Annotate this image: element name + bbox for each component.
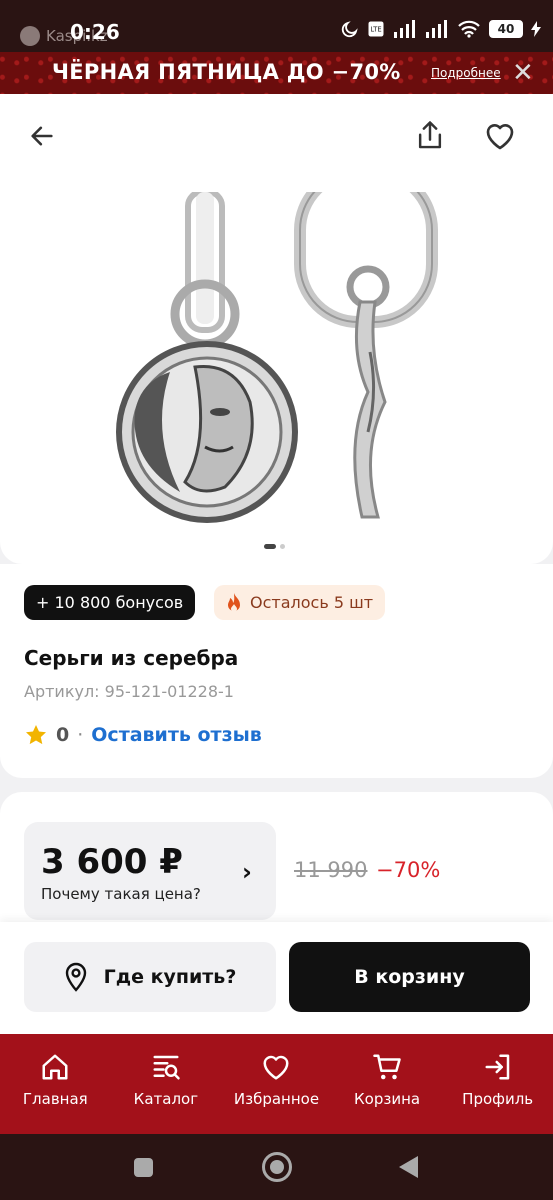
nav-item-home[interactable]: Главная bbox=[0, 1034, 111, 1134]
promo-text: ЧЁРНАЯ ПЯТНИЦА ДО −70% bbox=[52, 60, 401, 84]
price-question: Почему такая цена? bbox=[41, 885, 201, 903]
price-explanation-button[interactable]: 3 600 ₽ Почему такая цена? › bbox=[24, 822, 276, 920]
product-page: Kaspi.kz 0:26 LTE 40 ЧЁРНАЯ ПЯТНИЦА ДО −… bbox=[0, 0, 553, 1200]
old-price: 11 990 bbox=[294, 858, 368, 882]
where-to-buy-label: Где купить? bbox=[103, 966, 237, 988]
volte-icon: LTE bbox=[368, 21, 384, 37]
status-icons: LTE 40 bbox=[341, 20, 541, 38]
login-icon bbox=[485, 1054, 509, 1080]
pagination-dot-active bbox=[264, 544, 276, 549]
nav-label-cart: Корзина bbox=[354, 1090, 421, 1108]
nav-label-favorites: Избранное bbox=[233, 1090, 320, 1108]
nav-label-home: Главная bbox=[22, 1090, 88, 1108]
action-bar: Где купить? В корзину bbox=[0, 922, 553, 1034]
rating-separator: · bbox=[77, 724, 84, 746]
gallery-pagination bbox=[264, 544, 285, 549]
home-icon bbox=[42, 1054, 68, 1080]
bonus-badge: + 10 800 бонусов bbox=[24, 585, 196, 620]
discount-label: −70% bbox=[376, 858, 441, 882]
nav-label-catalog: Каталог bbox=[133, 1090, 199, 1108]
nav-item-favorites[interactable]: Избранное bbox=[221, 1034, 332, 1134]
moon-icon bbox=[341, 21, 358, 38]
product-info-card: + 10 800 бонусов Осталось 5 шт Серьги из… bbox=[0, 564, 553, 778]
product-image bbox=[116, 192, 438, 523]
chevron-right-icon: › bbox=[242, 858, 252, 886]
product-sku: Артикул: 95-121-01228-1 bbox=[24, 682, 234, 701]
star-icon bbox=[26, 725, 46, 745]
fire-icon bbox=[228, 592, 240, 612]
stock-badge-label: Осталось 5 шт bbox=[250, 593, 374, 612]
recent-apps-button[interactable] bbox=[134, 1158, 153, 1177]
close-icon[interactable]: ✕ bbox=[512, 58, 534, 88]
kaspi-logo-icon bbox=[20, 26, 40, 46]
cart-icon bbox=[373, 1054, 401, 1080]
black-friday-banner[interactable]: ЧЁРНАЯ ПЯТНИЦА ДО −70% Подробнее ✕ bbox=[0, 52, 553, 94]
signal-icon bbox=[394, 20, 415, 38]
favorite-button[interactable] bbox=[480, 116, 520, 156]
battery-indicator: 40 bbox=[489, 20, 523, 38]
nav-item-catalog[interactable]: Каталог bbox=[111, 1034, 222, 1134]
signal-icon-2 bbox=[426, 20, 447, 38]
back-button[interactable] bbox=[22, 116, 62, 156]
current-price: 3 600 ₽ bbox=[41, 842, 183, 882]
nav-item-cart[interactable]: Корзина bbox=[332, 1034, 443, 1134]
back-triangle-button[interactable] bbox=[399, 1156, 418, 1178]
share-button[interactable] bbox=[410, 116, 450, 156]
home-button[interactable] bbox=[262, 1152, 292, 1182]
rating-count: 0 bbox=[56, 724, 70, 746]
wifi-icon bbox=[458, 20, 480, 38]
nav-label-profile: Профиль bbox=[462, 1090, 534, 1108]
where-to-buy-button[interactable]: Где купить? bbox=[24, 942, 276, 1012]
price-card: 3 600 ₽ Почему такая цена? › 11 990 −70% bbox=[0, 792, 553, 942]
add-to-cart-button[interactable]: В корзину bbox=[289, 942, 530, 1012]
product-gallery[interactable] bbox=[0, 192, 553, 564]
status-bar: Kaspi.kz 0:26 LTE 40 bbox=[0, 0, 553, 52]
charging-icon bbox=[531, 21, 541, 37]
share-icon bbox=[418, 121, 442, 149]
rating-row: 0 · Оставить отзыв bbox=[24, 723, 262, 747]
product-title: Серьги из серебра bbox=[24, 646, 239, 670]
stock-badge: Осталось 5 шт bbox=[214, 585, 386, 620]
heart-icon bbox=[486, 124, 514, 150]
svg-text:LTE: LTE bbox=[370, 25, 381, 33]
arrow-left-icon bbox=[31, 126, 53, 146]
system-navigation-bar bbox=[0, 1134, 553, 1200]
leave-review-link[interactable]: Оставить отзыв bbox=[91, 724, 262, 746]
pagination-dot bbox=[280, 544, 285, 549]
status-time: 0:26 bbox=[70, 20, 120, 44]
promo-details-link[interactable]: Подробнее bbox=[431, 66, 501, 80]
product-header bbox=[0, 94, 553, 192]
nav-item-profile[interactable]: Профиль bbox=[442, 1034, 553, 1134]
catalog-icon bbox=[153, 1055, 180, 1080]
bottom-navigation: Главная Каталог Избранное Корзина Профил… bbox=[0, 1034, 553, 1134]
location-pin-icon bbox=[65, 962, 86, 992]
heart-icon bbox=[263, 1055, 289, 1080]
